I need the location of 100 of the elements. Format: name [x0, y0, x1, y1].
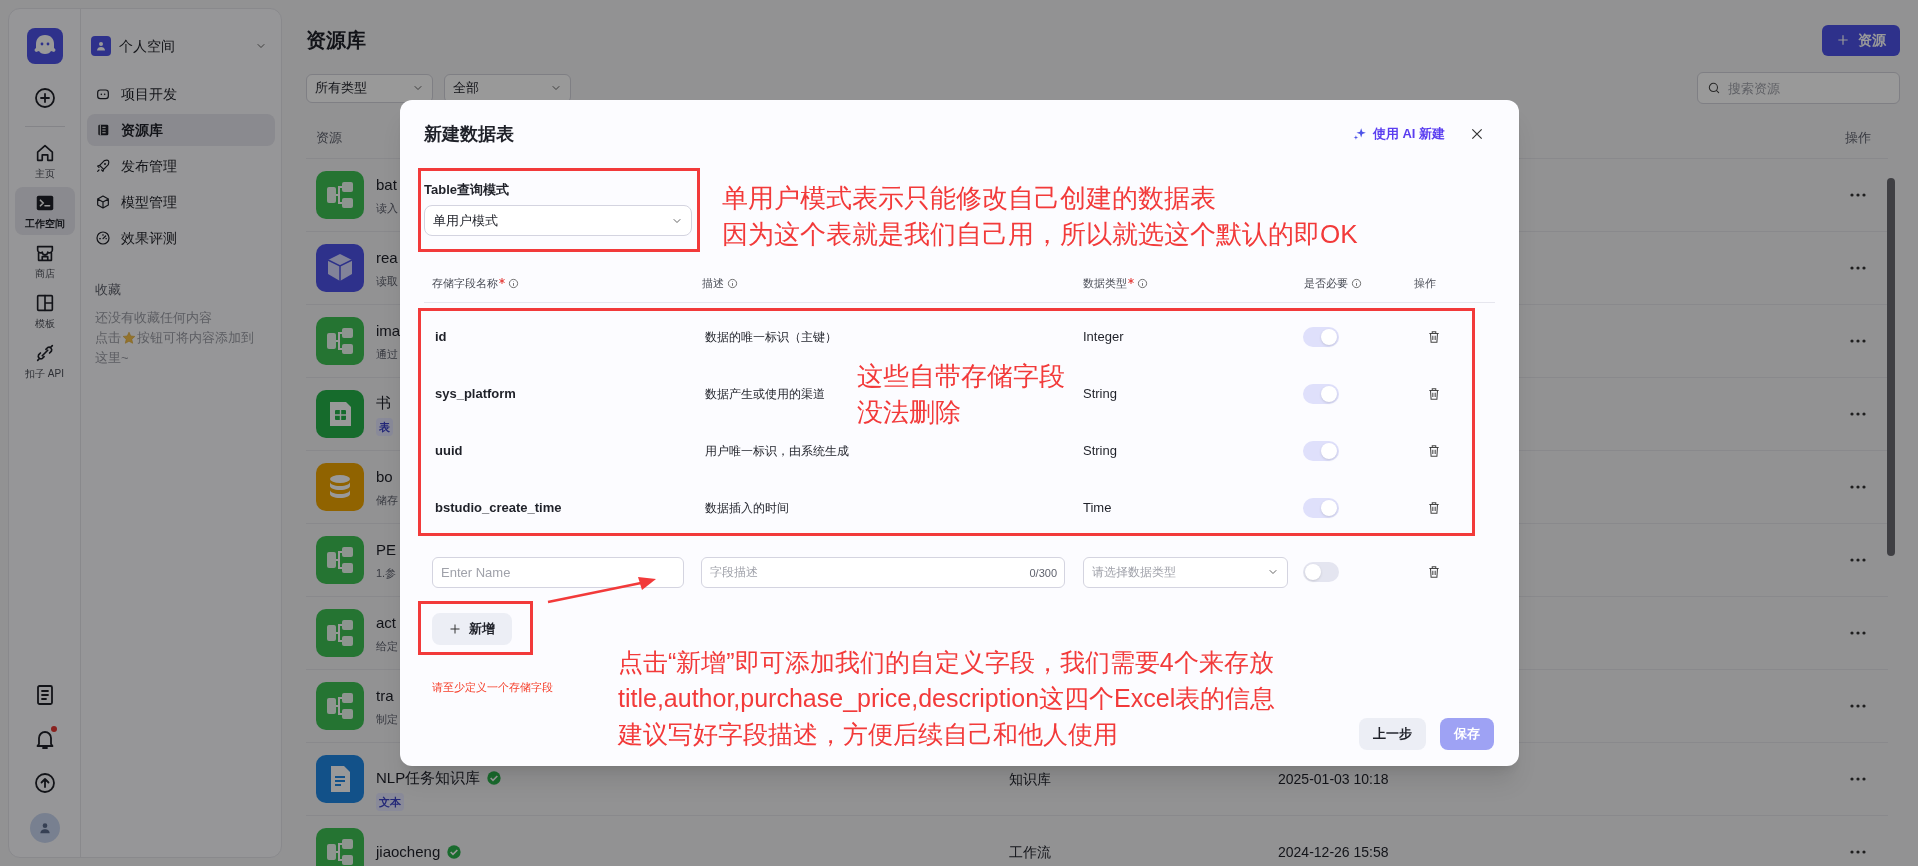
nav-item[interactable]: 资源库	[87, 114, 275, 146]
query-mode-dropdown[interactable]: 单用户模式	[424, 205, 692, 236]
search-field[interactable]: 搜索资源	[1697, 72, 1900, 104]
more-icon	[1849, 411, 1867, 417]
trash-icon	[1427, 500, 1441, 515]
resource-tag: 表	[376, 418, 393, 437]
resource-tag: 文本	[376, 793, 404, 812]
database-icon	[316, 463, 364, 511]
toggle-switch[interactable]	[1303, 440, 1339, 461]
workflow-icon	[316, 609, 364, 657]
resource-name: PE	[376, 539, 396, 560]
delete-button[interactable]	[1426, 442, 1442, 459]
column-header: 操作	[1414, 276, 1436, 292]
field-name: sys_platform	[434, 384, 517, 403]
annotation-text: 没法删除	[857, 396, 962, 429]
date-cell-text: 2025-01-03 10:18	[1277, 769, 1390, 789]
field-type: Time	[1082, 498, 1113, 517]
error-message: 请至少定义一个存储字段	[432, 680, 553, 695]
type-cell-text: 工作流	[1008, 842, 1052, 862]
toggle-switch[interactable]	[1303, 383, 1339, 404]
trash-icon	[1427, 386, 1441, 401]
ai-create-button[interactable]: 使用 AI 新建	[1352, 124, 1445, 144]
resource-description: 读入	[376, 201, 398, 216]
field-description: 用户唯一标识，由系统生成	[704, 442, 850, 460]
ghost-logo-icon	[26, 28, 63, 64]
sparkle-icon	[1352, 127, 1367, 141]
column-header: 描述	[702, 276, 724, 292]
field-description: 数据的唯一标识（主键）	[704, 328, 838, 346]
toggle-switch[interactable]	[1303, 497, 1339, 518]
rail-item[interactable]: 模板	[14, 287, 75, 335]
resource-description: 通过	[376, 347, 399, 362]
workflow-icon	[316, 536, 364, 584]
resource-description: 制定	[376, 712, 398, 727]
resource-name: NLP任务知识库	[376, 767, 481, 788]
toggle-switch[interactable]	[1303, 562, 1339, 582]
field-description: 数据产生或使用的渠道	[704, 385, 826, 403]
filter-dropdown[interactable]: 所有类型	[306, 73, 433, 103]
field-type: String	[1082, 441, 1118, 460]
field-type: Integer	[1082, 327, 1125, 346]
annotation-text: 建议写好字段描述，方便后续自己和他人使用	[618, 719, 1119, 750]
nav-item[interactable]: 模型管理	[87, 186, 275, 218]
footer-button[interactable]: 上一步	[1359, 718, 1426, 750]
rail-item[interactable]: 工作空间	[14, 187, 75, 235]
delete-button[interactable]	[1426, 328, 1442, 345]
delete-button[interactable]	[1426, 499, 1442, 516]
delete-button[interactable]	[1426, 385, 1442, 402]
resource-description: 给定	[376, 639, 398, 654]
annotation-text: 这些自带存储字段	[857, 360, 1065, 393]
search-icon	[1707, 81, 1721, 95]
plus-icon	[1836, 33, 1850, 47]
toggle-switch[interactable]	[1303, 326, 1339, 347]
gauge-icon	[95, 230, 111, 246]
scrollbar[interactable]	[1887, 178, 1895, 556]
rail-item[interactable]: 扣子 API	[14, 337, 75, 385]
rocket-icon	[95, 158, 111, 174]
resource-name: act	[376, 612, 396, 633]
name-input-field[interactable]: Enter Name	[432, 556, 684, 588]
document-icon	[316, 755, 364, 803]
character-counter: 0/300	[1029, 565, 1057, 581]
resource-name: bat	[376, 174, 397, 195]
more-icon	[1849, 776, 1867, 782]
rail-item[interactable]: 主页	[14, 137, 75, 185]
plus-icon	[449, 623, 461, 635]
more-icon	[1849, 630, 1867, 636]
close-icon	[1469, 126, 1485, 142]
column-header: 操作	[1845, 130, 1871, 146]
field-description: 数据插入的时间	[704, 499, 790, 517]
more-icon	[1849, 557, 1867, 563]
cube-icon	[95, 194, 111, 210]
nav-item[interactable]: 项目开发	[87, 78, 275, 110]
field-type: String	[1082, 384, 1118, 403]
add-resource-button[interactable]: 资源	[1822, 24, 1900, 56]
more-icon	[1849, 703, 1867, 709]
user-avatar[interactable]	[29, 813, 60, 843]
nav-item[interactable]: 效果评测	[87, 222, 275, 254]
book-icon	[95, 122, 111, 138]
resource-description: 读取	[376, 274, 398, 289]
more-icon	[1849, 192, 1867, 198]
type-cell-text: 知识库	[1008, 769, 1052, 789]
nav-item[interactable]: 发布管理	[87, 150, 275, 182]
resource-name: 书	[376, 392, 391, 413]
resource-name: bo	[376, 466, 393, 487]
workflow-icon	[316, 317, 364, 365]
delete-button[interactable]	[1426, 564, 1442, 580]
more-icon	[1849, 484, 1867, 490]
column-header: 数据类型	[1083, 276, 1127, 292]
resource-name: ima	[376, 320, 401, 341]
field-name: bstudio_create_time	[434, 498, 563, 517]
table-icon	[316, 390, 364, 438]
trash-icon	[1427, 329, 1441, 344]
resource-description: 储存	[376, 493, 398, 508]
trash-icon	[1427, 565, 1441, 579]
column-header: 是否必要	[1304, 276, 1348, 292]
page-title: 资源库	[306, 28, 366, 53]
add-field-button[interactable]: 新增	[432, 613, 512, 645]
person-icon	[37, 821, 52, 835]
filter-dropdown[interactable]: 全部	[444, 73, 571, 103]
rail-item[interactable]: 商店	[14, 237, 75, 285]
resource-description: 1.参	[376, 566, 397, 581]
workspace-switcher[interactable]: 个人空间	[87, 30, 275, 62]
